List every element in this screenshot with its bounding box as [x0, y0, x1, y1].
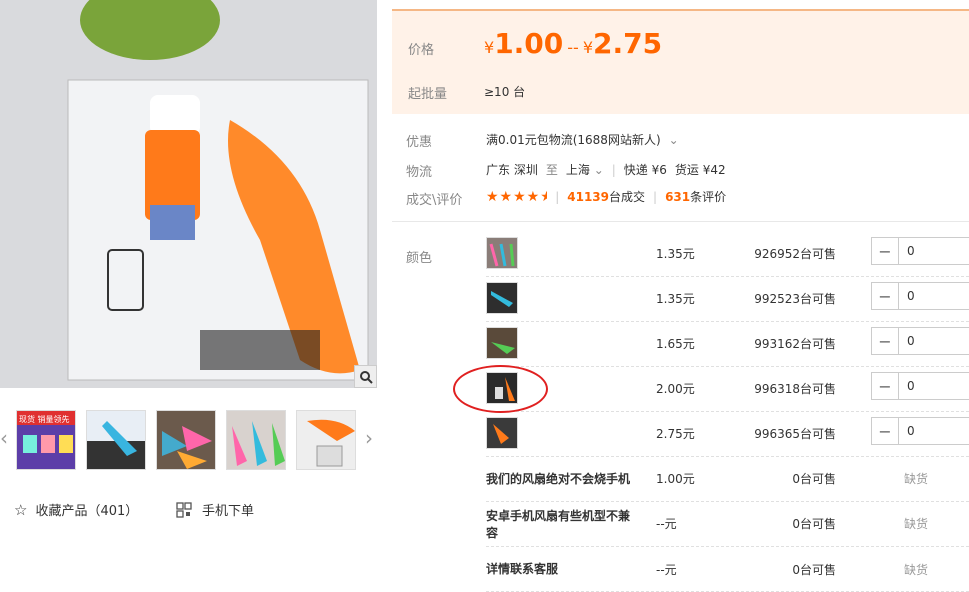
quantity-input[interactable]: 0	[899, 418, 915, 444]
product-photo	[0, 0, 377, 388]
sku-text-row: 安卓手机风扇有些机型不兼容 --元 0台可售 缺货	[486, 502, 969, 547]
magnifier-icon	[359, 370, 373, 384]
express-fee: 快递 ¥6	[623, 163, 667, 177]
quantity-input[interactable]: 0	[899, 283, 915, 309]
promo-dropdown[interactable]: 满0.01元包物流(1688网站新人) ⌄	[486, 131, 679, 148]
sku-price: 2.00元	[656, 382, 695, 396]
mobile-order[interactable]: 手机下单	[176, 500, 254, 519]
review-count[interactable]: 631	[665, 190, 690, 204]
thumbnail-strip: ‹ 现货 销量领先 ›	[0, 402, 377, 474]
price-high: 2.75	[593, 27, 663, 60]
sku-thumbnail[interactable]	[486, 417, 518, 449]
minus-button[interactable]: −	[872, 328, 899, 354]
moq-label: 起批量	[408, 87, 448, 102]
sku-stock: 993162台可售	[754, 337, 836, 351]
qr-code-icon	[176, 501, 192, 518]
sku-row: 2.00元 996318台可售 −0	[486, 367, 969, 412]
out-of-stock-label: 缺货	[904, 472, 929, 486]
zoom-button[interactable]	[354, 365, 377, 388]
price-range: ¥1.00 -- ¥2.75	[484, 27, 663, 60]
sku-stock: 0台可售	[792, 517, 836, 531]
minus-button[interactable]: −	[872, 373, 899, 399]
sku-row: 1.65元 993162台可售 −0	[486, 322, 969, 367]
sku-stock: 0台可售	[792, 563, 836, 577]
thumb-prev-icon[interactable]: ‹	[0, 426, 8, 450]
moq-value: ≥10 台	[484, 85, 526, 99]
deals-info: ★★★★★ | 41139台成交 | 631条评价	[486, 188, 727, 205]
thumbnail-1[interactable]: 现货 销量领先	[16, 410, 76, 470]
sku-price: 1.65元	[656, 337, 695, 351]
quantity-input[interactable]: 0	[899, 328, 915, 354]
minus-button[interactable]: −	[872, 418, 899, 444]
ship-from: 广东 深圳	[486, 163, 538, 177]
price-low: 1.00	[494, 27, 564, 60]
sku-name[interactable]: 详情联系客服	[486, 561, 636, 578]
price-label: 价格	[408, 43, 435, 58]
price-panel: 价格 ¥1.00 -- ¥2.75 起批量 ≥10 台	[392, 9, 969, 114]
sku-stock: 992523台可售	[754, 292, 836, 306]
sku-row: 1.35元 926952台可售 −0	[486, 232, 969, 277]
favorite-label: 收藏产品（401）	[35, 504, 139, 519]
star-outline-icon: ☆	[14, 500, 28, 519]
promo-label: 优惠	[406, 135, 433, 150]
minus-button[interactable]: −	[872, 283, 899, 309]
quantity-stepper[interactable]: −0	[871, 417, 969, 445]
quantity-stepper[interactable]: −0	[871, 282, 969, 310]
chevron-down-icon: ⌄	[593, 163, 604, 177]
thumbnail-2[interactable]	[86, 410, 146, 470]
sku-stock: 926952台可售	[754, 247, 836, 261]
sku-price: --元	[656, 563, 677, 577]
main-product-image[interactable]	[0, 0, 377, 388]
sku-thumbnail[interactable]	[486, 327, 518, 359]
sku-thumbnail[interactable]	[486, 282, 518, 314]
quantity-input[interactable]: 0	[899, 373, 915, 399]
quantity-input[interactable]: 0	[899, 238, 915, 264]
sku-stock: 996318台可售	[754, 382, 836, 396]
quantity-stepper[interactable]: −0	[871, 237, 969, 265]
sku-row: 1.35元 992523台可售 −0	[486, 277, 969, 322]
quantity-stepper[interactable]: −0	[871, 327, 969, 355]
sku-price: 1.35元	[656, 247, 695, 261]
rating-stars-icon: ★★★★★	[486, 188, 547, 205]
divider	[392, 221, 969, 222]
minus-button[interactable]: −	[872, 238, 899, 264]
ship-to-select[interactable]: 上海 ⌄	[566, 161, 604, 178]
sku-name[interactable]: 安卓手机风扇有些机型不兼容	[486, 508, 636, 542]
logistics-label: 物流	[406, 165, 433, 180]
sku-stock: 0台可售	[792, 472, 836, 486]
sku-text-row: 我们的风扇绝对不会烧手机 1.00元 0台可售 缺货	[486, 457, 969, 502]
quantity-stepper[interactable]: −0	[871, 372, 969, 400]
freight-fee: 货运 ¥42	[674, 163, 726, 177]
deals-label: 成交\评价	[406, 193, 463, 208]
svg-text:现货 销量领先: 现货 销量领先	[19, 414, 70, 424]
sold-count[interactable]: 41139	[567, 190, 609, 204]
thumb-next-icon[interactable]: ›	[365, 426, 373, 450]
thumbnail-3[interactable]	[156, 410, 216, 470]
sku-name[interactable]: 我们的风扇绝对不会烧手机	[486, 471, 636, 488]
chevron-down-icon: ⌄	[668, 132, 679, 147]
sku-row: 2.75元 996365台可售 −0	[486, 412, 969, 457]
ship-to-word: 至	[545, 163, 558, 177]
logistics-info: 广东 深圳 至 上海 ⌄ | 快递 ¥6 货运 ¥42	[486, 161, 726, 178]
out-of-stock-label: 缺货	[904, 563, 929, 577]
mobile-order-label: 手机下单	[202, 504, 255, 519]
sku-price: 1.00元	[656, 472, 695, 486]
sku-stock: 996365台可售	[754, 427, 836, 441]
promo-value: 满0.01元包物流(1688网站新人)	[486, 133, 661, 147]
color-label: 颜色	[406, 251, 433, 266]
sku-text-row: 详情联系客服 --元 0台可售 缺货	[486, 547, 969, 592]
sku-price: --元	[656, 517, 677, 531]
highlight-annotation	[453, 365, 548, 413]
thumbnail-4[interactable]	[226, 410, 286, 470]
thumbnail-5[interactable]	[296, 410, 356, 470]
favorite-product[interactable]: ☆ 收藏产品（401）	[14, 500, 139, 520]
sku-price: 2.75元	[656, 427, 695, 441]
sku-price: 1.35元	[656, 292, 695, 306]
out-of-stock-label: 缺货	[904, 517, 929, 531]
sku-thumbnail[interactable]	[486, 237, 518, 269]
